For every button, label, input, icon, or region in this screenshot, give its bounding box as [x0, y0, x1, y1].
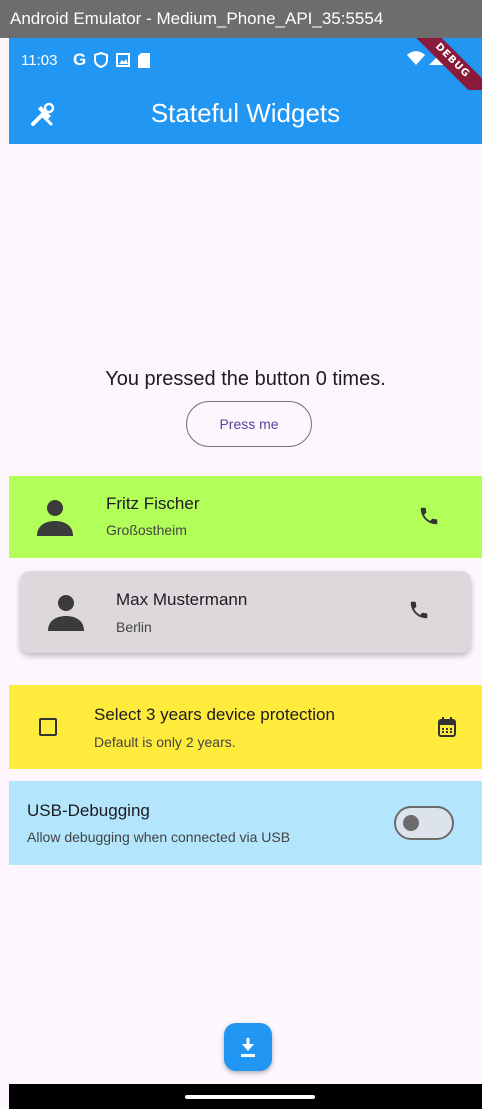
switch-thumb [403, 815, 419, 831]
download-fab[interactable] [224, 1023, 272, 1071]
contact-city: Großostheim [106, 522, 187, 538]
person-icon [37, 500, 73, 536]
usb-debugging-title: USB-Debugging [27, 801, 150, 820]
protection-checkbox[interactable] [39, 718, 57, 736]
app-bar: Stateful Widgets [9, 90, 482, 144]
contact-card-max[interactable]: Max Mustermann Berlin [20, 571, 471, 653]
contact-tile-fritz[interactable]: Fritz Fischer Großostheim [9, 476, 482, 558]
usb-debugging-switch[interactable] [394, 806, 454, 840]
protection-subtitle: Default is only 2 years. [94, 734, 236, 750]
contact-name: Fritz Fischer [106, 494, 200, 513]
shield-icon [94, 52, 109, 68]
protection-title: Select 3 years device protection [94, 705, 335, 724]
calendar-icon [438, 717, 456, 737]
status-notification-icons: G [73, 50, 151, 70]
phone-icon[interactable] [408, 599, 430, 621]
system-nav-bar [9, 1084, 482, 1109]
contact-name: Max Mustermann [116, 590, 248, 609]
contact-city: Berlin [116, 619, 152, 635]
google-icon: G [73, 50, 87, 69]
wifi-icon [407, 51, 425, 65]
sd-card-icon [138, 52, 151, 68]
phone-screen: 11:03 G DEBUG Stateful Widgets You press… [9, 38, 482, 1109]
usb-debugging-tile[interactable]: USB-Debugging Allow debugging when conne… [9, 781, 482, 865]
counter-text: You pressed the button 0 times. [105, 368, 386, 390]
image-icon [116, 53, 131, 67]
protection-checkbox-tile[interactable]: Select 3 years device protection Default… [9, 685, 482, 769]
page-title: Stateful Widgets [150, 98, 341, 128]
phone-icon[interactable] [418, 505, 440, 527]
window-title: Android Emulator - Medium_Phone_API_35:5… [0, 0, 482, 38]
usb-debugging-subtitle: Allow debugging when connected via USB [27, 829, 291, 845]
home-gesture-handle[interactable] [185, 1095, 315, 1099]
press-me-button[interactable]: Press me [186, 401, 312, 447]
status-time: 11:03 [21, 52, 58, 69]
person-icon [48, 595, 84, 631]
status-bar: 11:03 G DEBUG [9, 38, 482, 110]
download-icon [241, 1038, 255, 1057]
